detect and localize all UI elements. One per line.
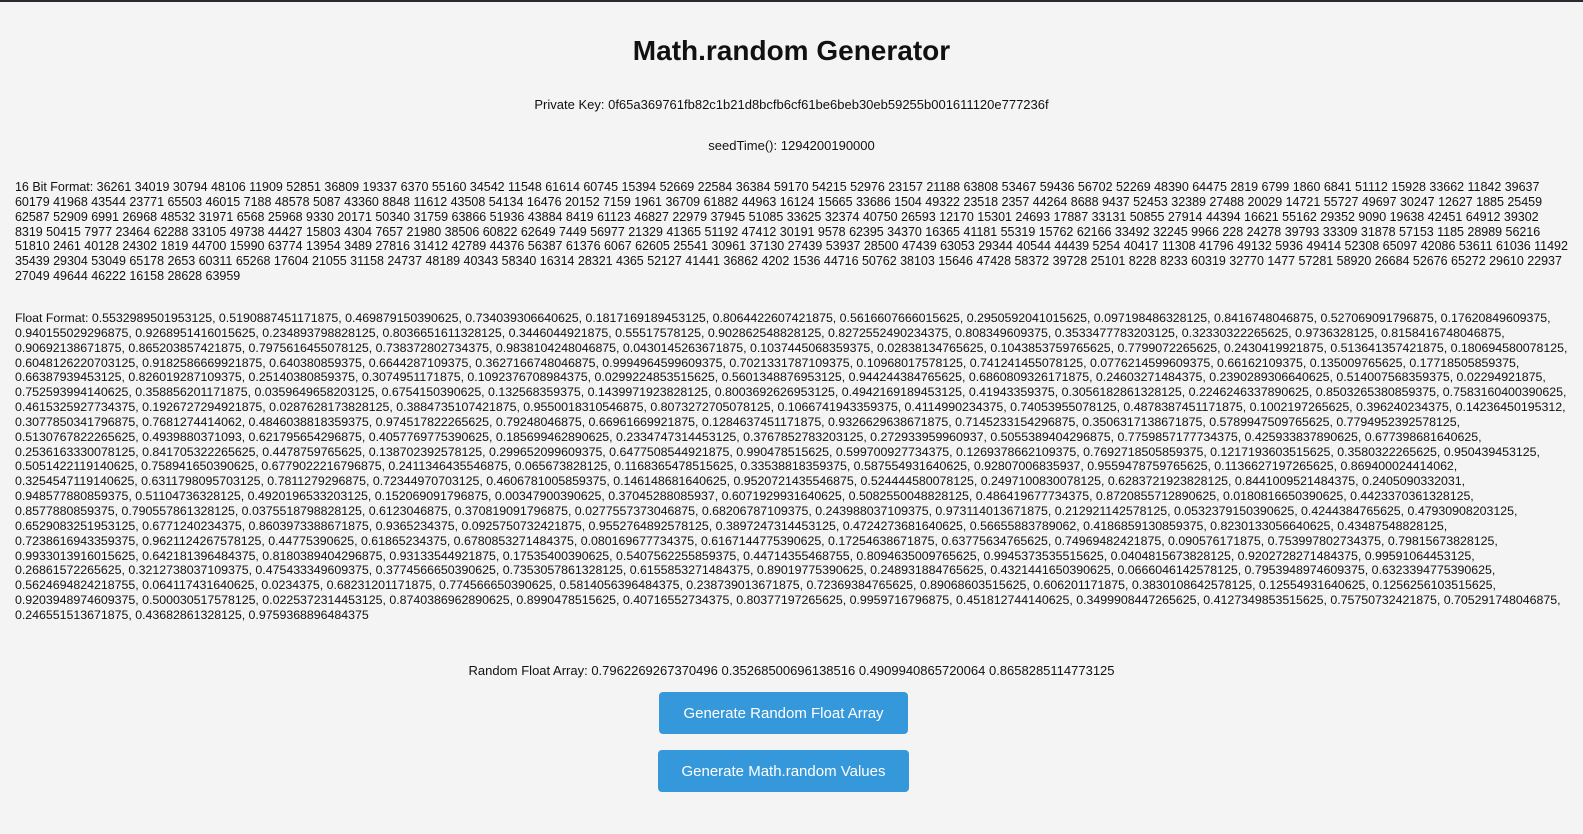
page-title: Math.random Generator xyxy=(632,35,951,66)
float-values: 0.5532989501953125, 0.5190887451171875, … xyxy=(15,311,1568,622)
generate-random-float-array-button[interactable]: Generate Random Float Array xyxy=(659,692,908,734)
bit16-label: 16 Bit Format: xyxy=(15,180,94,194)
random-float-label: Random Float Array: xyxy=(468,663,588,678)
private-key-value: 0f65a369761fb82c1b21d8bcfb6cf61be6beb30e… xyxy=(608,97,1049,112)
random-float-values: 0.7962269267370496 0.35268500696138516 0… xyxy=(591,663,1115,678)
seed-time-line: seedTime(): 1294200190000 xyxy=(0,138,1583,154)
generate-math-random-values-button[interactable]: Generate Math.random Values xyxy=(658,750,909,792)
float-label: Float Format: xyxy=(15,311,89,325)
seed-time-label: seedTime(): xyxy=(708,138,778,153)
private-key-line: Private Key: 0f65a369761fb82c1b21d8bcfb6… xyxy=(0,97,1583,113)
bit16-values: 36261 34019 30794 48106 11909 52851 3680… xyxy=(15,180,1568,284)
float-output: Float Format: 0.5532989501953125, 0.5190… xyxy=(15,311,1568,623)
top-border xyxy=(0,0,1583,2)
bit16-output: 16 Bit Format: 36261 34019 30794 48106 1… xyxy=(15,180,1568,284)
seed-time-value: 1294200190000 xyxy=(780,138,875,153)
random-float-array-line: Random Float Array: 0.7962269267370496 0… xyxy=(0,663,1583,679)
private-key-label: Private Key: xyxy=(534,97,605,112)
